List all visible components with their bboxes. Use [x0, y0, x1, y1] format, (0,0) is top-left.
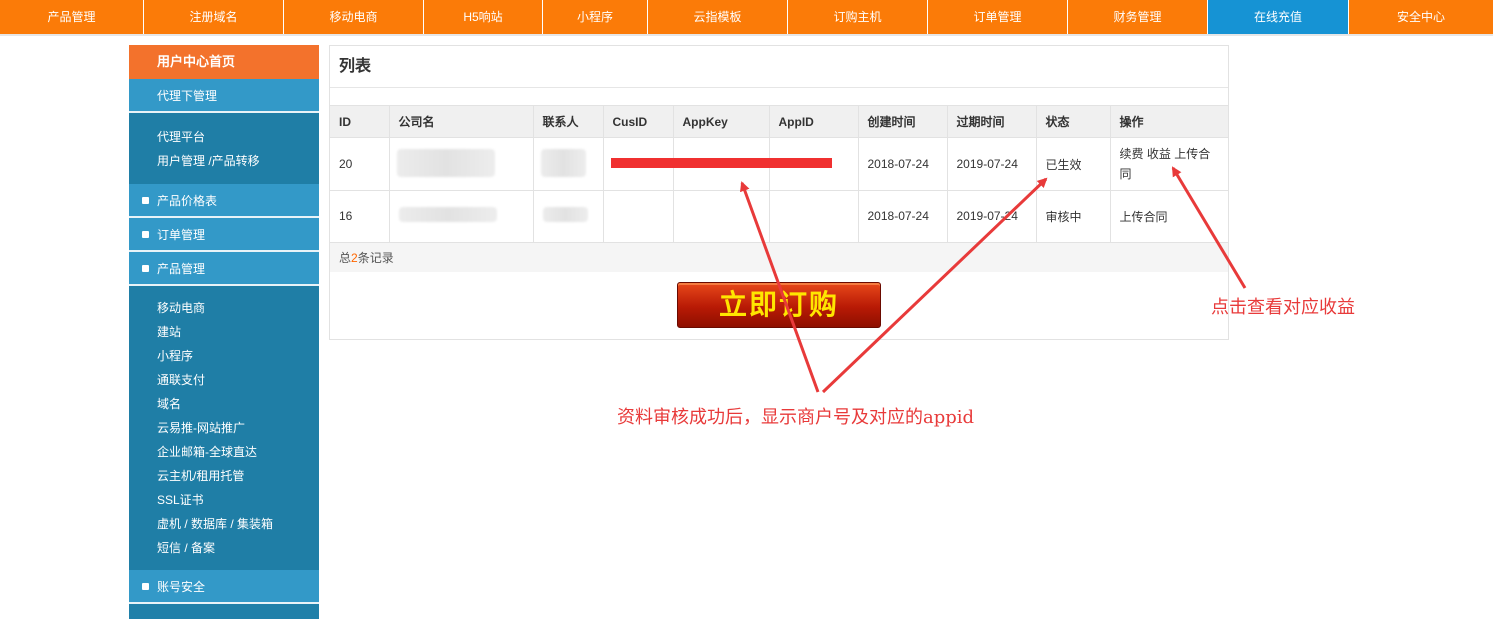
total-count: 2	[351, 250, 358, 265]
cell-id: 16	[330, 190, 390, 242]
col-header-status: 状态	[1036, 105, 1111, 138]
order-now-button[interactable]: 立即订购	[677, 282, 881, 328]
sidebar-link-domain[interactable]: 域名	[129, 392, 319, 416]
sidebar-link-enterprise-mail[interactable]: 企业邮箱-全球直达	[129, 440, 319, 464]
cell-actions: 上传合同	[1110, 190, 1228, 242]
sidebar-link-user-mgmt[interactable]: 用户管理 /产品转移	[129, 149, 319, 173]
sidebar-product-mgmt[interactable]: 产品管理	[129, 252, 319, 286]
col-header-cusid: CusID	[603, 105, 674, 138]
nav-mobile-ecommerce[interactable]: 移动电商	[284, 0, 424, 34]
sidebar-agent-submenu: 代理平台 用户管理 /产品转移	[129, 113, 319, 184]
col-header-actions: 操作	[1110, 105, 1228, 138]
col-header-appid: AppID	[769, 105, 859, 138]
sidebar-link-site-promo[interactable]: 云易推-网站推广	[129, 416, 319, 440]
col-header-contact: 联系人	[533, 105, 604, 138]
earnings-link[interactable]: 收益	[1147, 147, 1171, 161]
cell-actions: 续费 收益 上传合同	[1110, 137, 1228, 191]
cell-expires: 2019-07-24	[947, 137, 1037, 191]
cell-status: 审核中	[1036, 190, 1111, 242]
cell-created: 2018-07-24	[858, 190, 948, 242]
nav-mini-program[interactable]: 小程序	[543, 0, 648, 34]
sidebar-link-payment[interactable]: 通联支付	[129, 368, 319, 392]
sidebar-link-sms[interactable]: 短信 / 备案	[129, 536, 319, 560]
sidebar-product-submenu: 移动电商 建站 小程序 通联支付 域名 云易推-网站推广 企业邮箱-全球直达 云…	[129, 286, 319, 570]
nav-register-domain[interactable]: 注册域名	[144, 0, 284, 34]
cell-appkey	[673, 190, 770, 242]
nav-order-host[interactable]: 订购主机	[788, 0, 928, 34]
cell-created: 2018-07-24	[858, 137, 948, 191]
sidebar-link-vm-db[interactable]: 虚机 / 数据库 / 集装箱	[129, 512, 319, 536]
cell-appid	[769, 190, 859, 242]
col-header-company: 公司名	[389, 105, 534, 138]
cell-status: 已生效	[1036, 137, 1111, 191]
top-nav: 产品管理 注册域名 移动电商 H5响站 小程序 云指模板 订购主机 订单管理 财…	[0, 0, 1493, 36]
cell-contact-redacted	[533, 137, 604, 191]
sidebar-agent-head[interactable]: 代理下管理	[129, 79, 319, 113]
nav-product-mgmt[interactable]: 产品管理	[0, 0, 144, 34]
upload-contract-link[interactable]: 上传合同	[1120, 210, 1168, 224]
cell-company-redacted	[389, 137, 534, 191]
table-header-row: ID 公司名 联系人 CusID AppKey AppID 创建时间 过期时间 …	[330, 105, 1228, 138]
sidebar-link-build-site[interactable]: 建站	[129, 320, 319, 344]
table-row: 16 2018-07-24 2019-07-24 审核中 上传合同	[330, 190, 1228, 242]
product-table: ID 公司名 联系人 CusID AppKey AppID 创建时间 过期时间 …	[330, 105, 1228, 242]
cell-expires: 2019-07-24	[947, 190, 1037, 242]
sidebar-link-ssl[interactable]: SSL证书	[129, 488, 319, 512]
nav-online-recharge[interactable]: 在线充值	[1208, 0, 1349, 34]
cell-contact-redacted	[533, 190, 604, 242]
col-header-id: ID	[330, 105, 390, 138]
sidebar-link-mini-program[interactable]: 小程序	[129, 344, 319, 368]
nav-order-mgmt[interactable]: 订单管理	[928, 0, 1068, 34]
cell-cusid	[603, 190, 674, 242]
annotation-appid-note: 资料审核成功后，显示商户号及对应的appid	[617, 407, 975, 428]
total-records: 总2条记录	[330, 241, 1228, 272]
redaction-bar	[611, 158, 832, 168]
sidebar-order-mgmt[interactable]: 订单管理	[129, 218, 319, 252]
sidebar-home[interactable]: 用户中心首页	[129, 45, 319, 79]
panel-title: 列表	[330, 46, 1228, 88]
nav-finance-mgmt[interactable]: 财务管理	[1068, 0, 1208, 34]
nav-security-center[interactable]: 安全中心	[1349, 0, 1493, 34]
cell-company-redacted	[389, 190, 534, 242]
renew-link[interactable]: 续费	[1120, 147, 1144, 161]
sidebar-price-list[interactable]: 产品价格表	[129, 184, 319, 218]
col-header-created: 创建时间	[858, 105, 948, 138]
sidebar-link-mobile-ecommerce[interactable]: 移动电商	[129, 296, 319, 320]
annotation-earnings-note: 点击查看对应收益	[1211, 297, 1355, 318]
sidebar-link-agent-platform[interactable]: 代理平台	[129, 125, 319, 149]
cell-id: 20	[330, 137, 390, 191]
col-header-appkey: AppKey	[673, 105, 770, 138]
nav-cloud-templates[interactable]: 云指模板	[648, 0, 788, 34]
sidebar-link-cloud-host[interactable]: 云主机/租用托管	[129, 464, 319, 488]
nav-h5-site[interactable]: H5响站	[424, 0, 543, 34]
col-header-expires: 过期时间	[947, 105, 1037, 138]
sidebar: 用户中心首页 代理下管理 代理平台 用户管理 /产品转移 产品价格表 订单管理 …	[129, 45, 319, 619]
sidebar-account-security[interactable]: 账号安全	[129, 570, 319, 604]
